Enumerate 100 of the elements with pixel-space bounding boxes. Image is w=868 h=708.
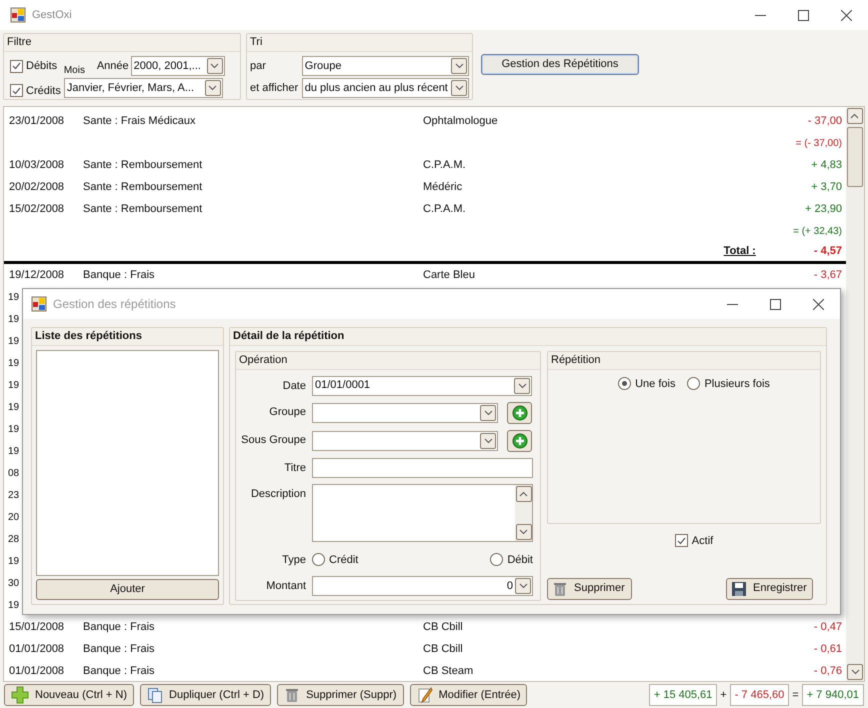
dropdown-button[interactable] [480, 432, 496, 448]
payee-cell-text: CB Cbill [423, 620, 464, 635]
group-title: Liste des répétitions [35, 329, 142, 344]
copy-icon [147, 687, 164, 703]
dropdown-button[interactable] [206, 58, 223, 74]
order-dropdown[interactable]: du plus ancien au plus récent [302, 78, 469, 98]
dropdown-button[interactable] [480, 404, 496, 420]
date-cell-text: 30 [8, 576, 20, 590]
sort-dropdown[interactable]: Groupe [302, 56, 469, 76]
checkbox[interactable] [674, 534, 688, 548]
date-cell-text: 28 [8, 532, 20, 546]
payee-cell-text: Médéric [423, 180, 464, 195]
checkbox[interactable] [10, 84, 23, 98]
date-cell-text: 19/12/2008 [9, 268, 66, 283]
dropdown-button[interactable] [204, 80, 221, 96]
close-icon[interactable] [841, 10, 852, 20]
month-label: Mois [64, 65, 86, 76]
amount-cell-text: - 0,61 [814, 642, 842, 657]
field-label: Groupe [268, 404, 306, 420]
category-cell-text: Banque : Frais [83, 664, 156, 679]
date-cell-text: 19 [8, 378, 20, 392]
dropdown-button[interactable] [515, 578, 531, 594]
radio-button[interactable] [618, 377, 632, 390]
date-cell-text: 10/03/2008 [9, 158, 66, 173]
radio-button[interactable] [312, 553, 325, 566]
toolbar-button[interactable]: Dupliquer (Ctrl + D) [140, 684, 272, 706]
group-title: Répétition [551, 352, 601, 368]
radio-button[interactable] [687, 377, 700, 390]
amount-cell-text: - 0,76 [814, 664, 842, 679]
category-cell-text: Sante : Remboursement [83, 202, 204, 217]
date-cell-text: 19 [8, 598, 20, 612]
category-cell-text: Banque : Frais [83, 642, 156, 657]
date-cell-text: 19 [8, 356, 20, 370]
checkbox[interactable] [10, 60, 23, 73]
dropdown-button[interactable] [451, 80, 467, 96]
floppy-icon [731, 580, 747, 596]
dropdown-button[interactable] [451, 58, 467, 74]
group-dropdown[interactable] [312, 430, 498, 450]
window-title: GestOxi [32, 8, 73, 23]
date-cell-text: 19 [8, 444, 20, 458]
amount-cell-text: + 23,90 [804, 202, 842, 217]
plus-icon [11, 686, 29, 704]
operator: + [720, 688, 727, 703]
field-label: Type [281, 552, 306, 568]
month-dropdown[interactable]: Janvier, Février, Mars, A... [64, 78, 223, 98]
add-group-button[interactable] [507, 430, 532, 452]
scrollbar[interactable] [846, 107, 864, 681]
toolbar-button[interactable]: Nouveau (Ctrl + N) [4, 684, 134, 706]
group-dropdown[interactable] [312, 402, 498, 422]
checkbox-label: Débits [26, 59, 58, 74]
dropdown-button[interactable] [516, 524, 532, 540]
title-field[interactable] [312, 458, 533, 478]
date-cell-text: 15/02/2008 [9, 202, 66, 217]
amount-field[interactable]: 0 [312, 576, 533, 596]
pencil-icon [416, 687, 433, 703]
sort-label: par [250, 58, 267, 74]
dropdown-button[interactable] [847, 108, 863, 124]
toolbar-button[interactable]: Modifier (Entrée) [410, 684, 528, 706]
amount-cell-text: - 0,47 [814, 620, 842, 635]
year-dropdown[interactable]: 2000, 2001,... [130, 56, 225, 76]
total-value: + 15 405,61 [648, 684, 718, 706]
date-cell-text: 01/01/2008 [9, 664, 66, 679]
close-icon[interactable] [813, 298, 824, 310]
maximize-icon[interactable] [770, 298, 781, 310]
repetitions-button[interactable]: Gestion des Répétitions [481, 54, 639, 75]
total-amount: - 4,57 [814, 244, 842, 260]
add-button[interactable]: Ajouter [36, 579, 219, 600]
group-title: Filtre [7, 35, 32, 50]
category-cell-text: Sante : Remboursement [83, 180, 204, 195]
category-cell-text: Banque : Frais [83, 268, 156, 283]
date-cell-text: 20 [8, 510, 20, 524]
dropdown-button[interactable] [516, 486, 532, 502]
amount-cell-text: + 4,83 [811, 158, 842, 173]
date-cell-text: 23/01/2008 [9, 114, 66, 129]
date-field[interactable]: 01/01/0001 [312, 376, 532, 396]
radio-label: Débit [507, 552, 533, 568]
scrollbar[interactable] [515, 484, 532, 540]
year-label: Année [96, 58, 129, 74]
save-button[interactable]: Enregistrer [726, 578, 813, 600]
scroll-thumb[interactable] [847, 127, 863, 187]
date-cell-text: 19 [8, 400, 20, 414]
dropdown-button[interactable] [514, 378, 530, 394]
dropdown-button[interactable] [847, 664, 863, 680]
field-label: Titre [283, 460, 306, 476]
maximize-icon[interactable] [798, 10, 809, 20]
delete-button[interactable]: Supprimer [547, 578, 632, 600]
payee-cell-text: Carte Bleu [423, 268, 476, 283]
radio-button[interactable] [490, 553, 504, 566]
description-field[interactable] [312, 484, 533, 542]
radio-label: Une fois [635, 376, 676, 392]
toolbar-button[interactable]: Supprimer (Suppr) [277, 684, 404, 706]
date-cell-text: 01/01/2008 [9, 642, 66, 657]
app-icon [10, 7, 26, 23]
add-group-button[interactable] [507, 402, 532, 424]
dialog-title: Gestion des répétitions [53, 296, 177, 313]
payee-cell-text: Ophtalmologue [423, 114, 499, 129]
radio-label: Crédit [329, 552, 358, 568]
amount-cell-text: - 37,00 [808, 114, 842, 129]
payee-cell-text: CB Steam [423, 664, 474, 679]
checkbox-label: Crédits [26, 84, 61, 98]
